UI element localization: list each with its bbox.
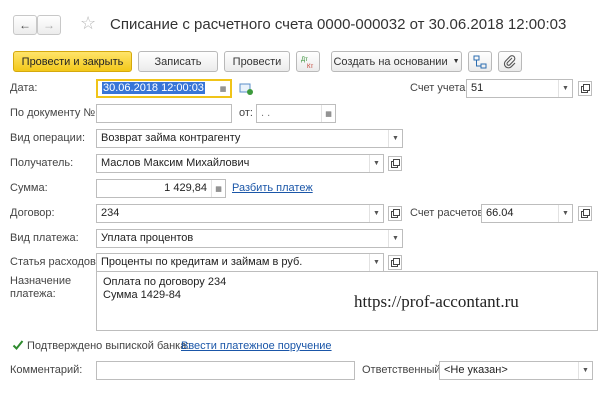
open-icon: [580, 84, 590, 93]
structure-button[interactable]: [468, 51, 492, 72]
dropdown-arrow-icon[interactable]: ▼: [369, 205, 383, 222]
open-icon: [390, 159, 400, 168]
create-basis-button[interactable]: Создать на основании ▼: [331, 51, 462, 72]
date-input[interactable]: 30.06.2018 12:00:03 ▦: [96, 79, 232, 98]
payment-type-select[interactable]: Уплата процентов ▼: [96, 229, 403, 248]
open-icon: [390, 258, 400, 267]
structure-icon: [473, 55, 487, 68]
open-icon: [580, 209, 590, 218]
save-button[interactable]: Записать: [138, 51, 218, 72]
open-expense-item-button[interactable]: [388, 255, 402, 270]
paperclip-icon: [503, 54, 516, 68]
open-recipient-button[interactable]: [388, 156, 402, 171]
checkmark-icon: [12, 340, 24, 350]
post-and-close-button[interactable]: Провести и закрыть: [13, 51, 132, 72]
create-basis-label: Создать на основании: [333, 55, 448, 68]
recipient-label: Получатель:: [10, 157, 74, 169]
doc-from-input[interactable]: . . ▦: [256, 104, 336, 123]
date-value: 30.06.2018 12:00:03: [102, 82, 205, 94]
settlement-account-value: 66.04: [486, 207, 514, 219]
contract-input[interactable]: 234 ▼: [96, 204, 384, 223]
dropdown-arrow-icon[interactable]: ▼: [578, 362, 592, 379]
contract-label: Договор:: [10, 207, 55, 219]
dropdown-arrow-icon[interactable]: ▼: [388, 230, 402, 247]
confirmed-checkbox[interactable]: [12, 339, 24, 354]
amount-input[interactable]: 1 429,84 ▦: [96, 179, 226, 198]
settlement-account-input[interactable]: 66.04 ▼: [481, 204, 573, 223]
page-title: Списание с расчетного счета 0000-000032 …: [110, 16, 567, 33]
amount-label: Сумма:: [10, 182, 48, 194]
account-input[interactable]: 51 ▼: [466, 79, 573, 98]
purpose-label-line2: платежа:: [10, 288, 56, 300]
operation-value: Возврат займа контрагенту: [101, 132, 241, 144]
calendar-icon[interactable]: ▦: [216, 81, 230, 96]
dtkt-report-button[interactable]: Дт Кт: [296, 51, 320, 72]
svg-text:Дт: Дт: [301, 57, 308, 63]
arrow-left-icon: ←: [19, 18, 31, 32]
date-action-icon[interactable]: [238, 80, 254, 99]
open-settlement-account-button[interactable]: [578, 206, 592, 221]
split-payment-link[interactable]: Разбить платеж: [232, 182, 313, 194]
purpose-textarea[interactable]: Оплата по договору 234 Сумма 1429-84: [96, 271, 598, 331]
account-label: Счет учета:: [410, 82, 469, 94]
open-icon: [390, 209, 400, 218]
operation-label: Вид операции:: [10, 132, 86, 144]
watermark-text: https://prof-accontant.ru: [354, 292, 519, 311]
forward-button[interactable]: →: [37, 15, 61, 35]
amount-value: 1 429,84: [164, 182, 207, 194]
comment-label: Комментарий:: [10, 364, 83, 376]
open-contract-button[interactable]: [388, 206, 402, 221]
contract-value: 234: [101, 207, 120, 219]
post-button[interactable]: Провести: [224, 51, 290, 72]
dtkt-icon: ДтКт: [301, 57, 313, 69]
arrow-right-icon: →: [43, 18, 55, 32]
recipient-input[interactable]: Маслов Максим Михайлович ▼: [96, 154, 384, 173]
payment-type-value: Уплата процентов: [101, 232, 194, 244]
attach-button[interactable]: [498, 51, 522, 72]
favorite-star-icon[interactable]: ☆: [80, 13, 96, 34]
dropdown-arrow-icon[interactable]: ▼: [369, 155, 383, 172]
enter-payment-order-link[interactable]: Ввести платежное поручение: [181, 340, 332, 352]
responsible-value: <Не указан>: [444, 364, 508, 376]
expense-item-value: Проценты по кредитам и займам в руб.: [101, 256, 303, 268]
purpose-label-line1: Назначение: [10, 275, 72, 287]
expense-item-label: Статья расходов:: [10, 256, 99, 268]
dropdown-arrow-icon[interactable]: ▼: [369, 254, 383, 271]
confirmed-label: Подтверждено выпиской банка:: [27, 340, 190, 352]
back-button[interactable]: ←: [13, 15, 37, 35]
responsible-label: Ответственный:: [362, 364, 444, 376]
dropdown-arrow-icon[interactable]: ▼: [388, 130, 402, 147]
date-label: Дата:: [10, 82, 38, 94]
settlement-account-label: Счет расчетов:: [410, 207, 487, 219]
purpose-line1: Оплата по договору 234: [103, 276, 227, 288]
purpose-label: Назначение платежа:: [10, 275, 71, 301]
svg-text:Кт: Кт: [307, 64, 313, 69]
dropdown-arrow-icon[interactable]: ▼: [558, 205, 572, 222]
calculator-icon[interactable]: ▦: [211, 180, 225, 197]
doc-number-label: По документу №:: [10, 107, 99, 119]
chevron-down-icon: ▼: [452, 58, 460, 65]
expense-item-input[interactable]: Проценты по кредитам и займам в руб. ▼: [96, 253, 384, 272]
doc-from-value: . .: [261, 107, 271, 119]
doc-number-input[interactable]: [96, 104, 232, 123]
open-account-button[interactable]: [578, 81, 592, 96]
payment-type-label: Вид платежа:: [10, 232, 79, 244]
recipient-value: Маслов Максим Михайлович: [101, 157, 250, 169]
comment-input[interactable]: [96, 361, 355, 380]
dropdown-arrow-icon[interactable]: ▼: [558, 80, 572, 97]
calendar-icon[interactable]: ▦: [321, 105, 335, 122]
doc-from-label: от:: [239, 107, 253, 119]
account-value: 51: [471, 82, 484, 94]
operation-select[interactable]: Возврат займа контрагенту ▼: [96, 129, 403, 148]
responsible-input[interactable]: <Не указан> ▼: [439, 361, 593, 380]
